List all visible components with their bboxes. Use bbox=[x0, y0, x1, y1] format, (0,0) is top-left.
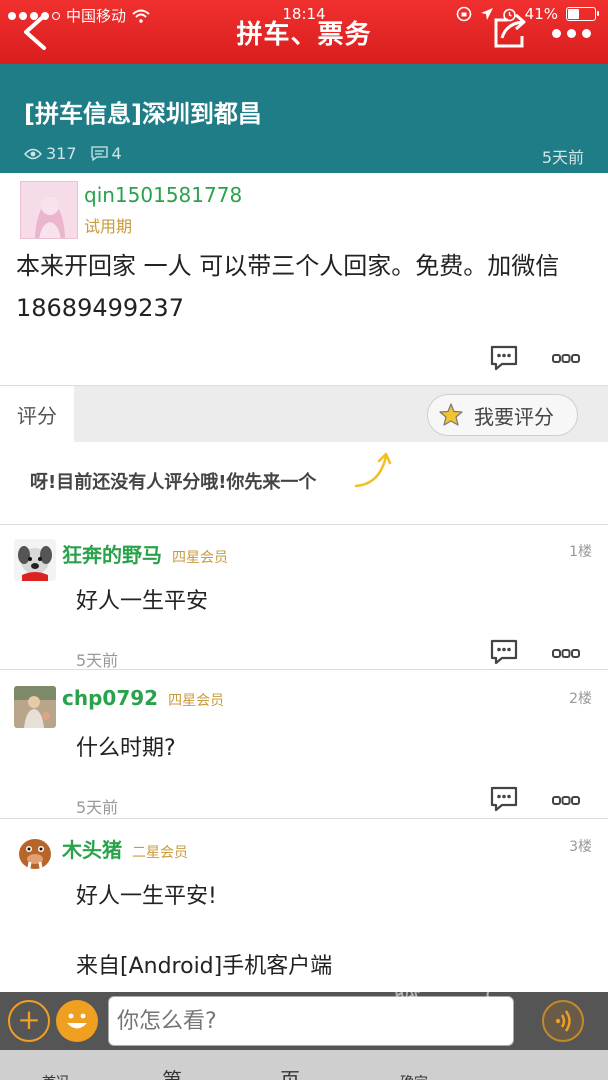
top-navigation-bar: 中国移动 18:14 41% 拼车、票务 bbox=[0, 0, 608, 64]
page-prefix: 第 bbox=[162, 1068, 182, 1080]
comment-user-level: 二星会员 bbox=[132, 845, 188, 861]
emoji-button[interactable] bbox=[56, 1000, 98, 1042]
comment-item: chp0792 四星会员 2楼 什么时期? 5天前 bbox=[0, 672, 608, 818]
avatar[interactable] bbox=[14, 539, 56, 581]
default-female-avatar-icon bbox=[21, 182, 77, 238]
comment-more-icon[interactable] bbox=[552, 648, 580, 660]
thread-stats: 317 4 bbox=[24, 144, 122, 163]
comment-count-icon bbox=[90, 146, 108, 161]
thread-header: [拼车信息]深圳到都昌 317 4 5天前 bbox=[0, 64, 608, 173]
reply-icon[interactable] bbox=[490, 786, 518, 812]
confirm-button[interactable]: 确定 bbox=[400, 1072, 428, 1080]
username-text[interactable]: 狂奔的野马 bbox=[62, 543, 162, 567]
walrus-avatar-icon bbox=[14, 834, 56, 876]
post-more-icon[interactable] bbox=[552, 353, 580, 365]
divider bbox=[0, 818, 608, 819]
op-username[interactable]: qin1501581778 bbox=[84, 183, 242, 207]
op-content: 本来开回家 一人 可以带三个人回家。免费。加微信18689499237 bbox=[16, 252, 560, 322]
comment-item: 木头猪 二星会员 3楼 好人一生平安! 来自[Android]手机客户端 bbox=[0, 820, 608, 992]
more-options-icon[interactable] bbox=[552, 22, 600, 44]
rate-button[interactable]: 我要评分 bbox=[427, 394, 578, 436]
original-post: qin1501581778 试用期 本来开回家 一人 可以带三个人回家。免费。加… bbox=[0, 173, 608, 385]
avatar[interactable] bbox=[20, 181, 78, 239]
view-count: 317 bbox=[46, 144, 77, 163]
comment-source: 来自[Android]手机客户端 bbox=[76, 954, 333, 979]
star-icon bbox=[439, 403, 463, 426]
smiley-icon bbox=[67, 1013, 87, 1029]
comment-more-icon[interactable] bbox=[552, 795, 580, 807]
dog-avatar-icon bbox=[14, 539, 56, 581]
comment-user-level: 四星会员 bbox=[172, 550, 228, 566]
reply-icon[interactable] bbox=[490, 639, 518, 665]
comment-input-bar: + bbox=[0, 992, 608, 1050]
comment-time: 5天前 bbox=[76, 651, 119, 670]
comment-username[interactable]: chp0792 四星会员 bbox=[62, 686, 224, 710]
avatar[interactable] bbox=[14, 686, 56, 728]
thread-time: 5天前 bbox=[541, 148, 584, 167]
username-text[interactable]: 木头猪 bbox=[62, 838, 122, 862]
photo-avatar-icon bbox=[14, 686, 56, 728]
add-attachment-button[interactable]: + bbox=[8, 1000, 50, 1042]
comment-text: 什么时期? bbox=[76, 736, 176, 761]
comment-time: 5天前 bbox=[76, 798, 119, 817]
comment-text: 好人一生平安 bbox=[76, 589, 209, 614]
divider bbox=[0, 669, 608, 670]
floor-number: 2楼 bbox=[569, 691, 592, 707]
comment-user-level: 四星会员 bbox=[168, 693, 225, 709]
thread-title: [拼车信息]深圳到都昌 bbox=[24, 100, 262, 128]
comment-item: 狂奔的野马 四星会员 1楼 好人一生平安 5天前 bbox=[0, 525, 608, 670]
share-icon[interactable] bbox=[488, 10, 532, 54]
op-user-level: 试用期 bbox=[84, 217, 133, 236]
comment-input[interactable] bbox=[108, 996, 514, 1046]
comment-username[interactable]: 狂奔的野马 四星会员 bbox=[62, 539, 228, 568]
rating-label: 评分 bbox=[0, 386, 74, 442]
rate-button-label: 我要评分 bbox=[474, 404, 554, 429]
floor-number: 3楼 bbox=[569, 839, 592, 855]
comment-username[interactable]: 木头猪 二星会员 bbox=[62, 834, 188, 863]
curved-arrow-icon bbox=[354, 452, 392, 488]
floor-number: 1楼 bbox=[569, 544, 592, 560]
username-text[interactable]: chp0792 bbox=[62, 686, 158, 710]
avatar[interactable] bbox=[14, 834, 56, 876]
reply-icon[interactable] bbox=[490, 345, 518, 371]
rating-bar: 评分 我要评分 bbox=[0, 386, 608, 442]
voice-input-button[interactable] bbox=[542, 1000, 584, 1042]
first-page-link[interactable]: 首冯 bbox=[42, 1072, 70, 1080]
sound-wave-icon bbox=[555, 1010, 571, 1032]
page-suffix: 页 bbox=[280, 1068, 300, 1080]
eye-icon bbox=[24, 148, 42, 159]
rating-empty-text: 呀!目前还没有人评分哦!你先来一个 bbox=[30, 472, 317, 493]
comment-text: 好人一生平安! bbox=[76, 884, 217, 909]
page-navigation-strip: 首冯 第 页 确定 bbox=[0, 1050, 608, 1080]
reply-count: 4 bbox=[111, 144, 122, 163]
